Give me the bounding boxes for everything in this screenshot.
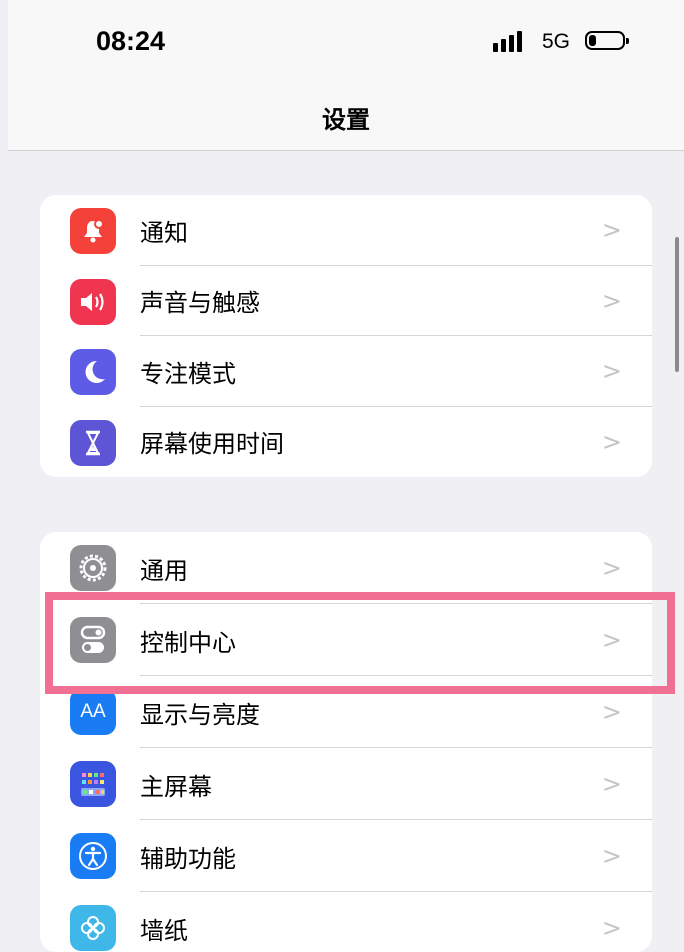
chevron-right-icon: > bbox=[601, 914, 622, 942]
header: 08:24 5G 设置 bbox=[8, 0, 684, 151]
row-label: 屏幕使用时间 bbox=[140, 430, 284, 459]
page-title: 设置 bbox=[322, 106, 370, 134]
scrollbar[interactable] bbox=[675, 237, 679, 372]
moon-icon bbox=[70, 349, 116, 395]
row-label: 辅助功能 bbox=[140, 844, 236, 873]
signal-dots-icon bbox=[493, 28, 533, 52]
gear-icon bbox=[70, 545, 116, 591]
chevron-right-icon: > bbox=[601, 286, 622, 315]
bell-icon bbox=[70, 208, 116, 254]
chevron-right-icon: > bbox=[601, 842, 622, 870]
highlight-box bbox=[45, 592, 675, 694]
app-grid-icon bbox=[70, 761, 116, 807]
settings-row-screen-time[interactable]: 屏幕使用时间 > bbox=[40, 407, 652, 478]
accessibility-icon bbox=[70, 833, 116, 879]
flower-icon bbox=[70, 905, 116, 951]
status-time: 08:24 bbox=[96, 26, 166, 56]
chevron-right-icon: > bbox=[601, 427, 622, 456]
speaker-icon bbox=[70, 278, 116, 325]
row-label: 墙纸 bbox=[140, 916, 188, 945]
battery-icon bbox=[585, 31, 629, 50]
row-label: 通知 bbox=[140, 218, 188, 247]
settings-row-focus[interactable]: 专注模式 > bbox=[40, 336, 652, 407]
row-label: 声音与触感 bbox=[140, 289, 260, 318]
settings-group-1: 通知 > 声音与触感 > 专注模式 > 屏幕使用时间 > bbox=[40, 195, 652, 477]
settings-row-wallpaper[interactable]: 墙纸 > bbox=[40, 892, 652, 952]
settings-row-accessibility[interactable]: 辅助功能 > bbox=[40, 820, 652, 892]
row-label: 专注模式 bbox=[140, 359, 236, 388]
hourglass-icon bbox=[70, 419, 116, 466]
settings-row-home-screen[interactable]: 主屏幕 > bbox=[40, 748, 652, 820]
row-label: 主屏幕 bbox=[140, 772, 212, 801]
settings-row-notifications[interactable]: 通知 > bbox=[40, 195, 652, 266]
text-size-icon: AA bbox=[70, 689, 116, 735]
network-label: 5G bbox=[542, 30, 571, 53]
chevron-right-icon: > bbox=[601, 770, 622, 798]
settings-row-sounds[interactable]: 声音与触感 > bbox=[40, 266, 652, 336]
chevron-right-icon: > bbox=[601, 357, 622, 386]
chevron-right-icon: > bbox=[601, 216, 622, 245]
